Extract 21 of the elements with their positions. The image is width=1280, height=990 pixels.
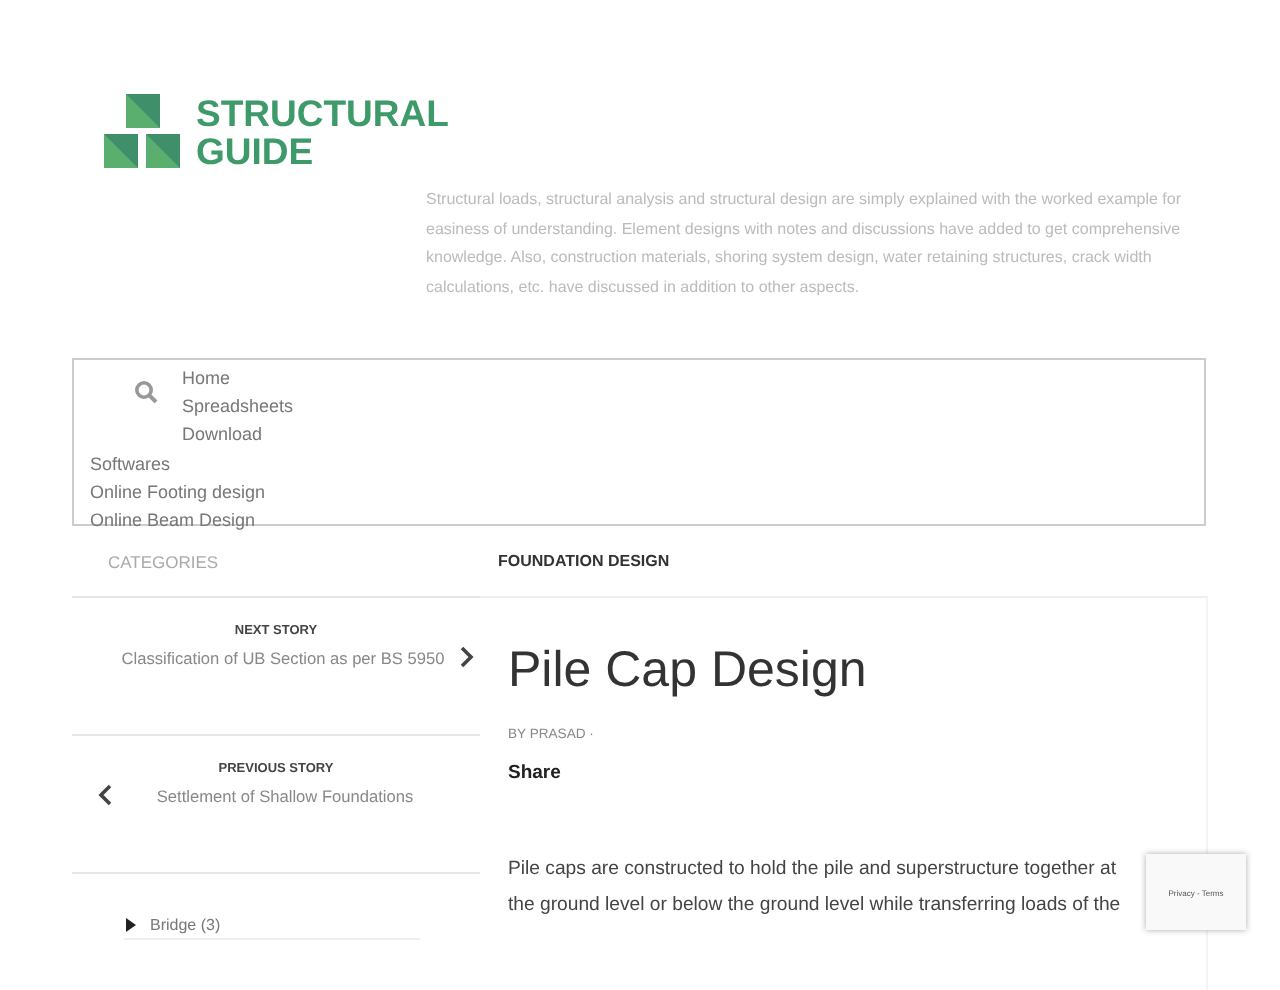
story-title[interactable]: Classification of UB Section as per BS 5950 bbox=[121, 647, 445, 667]
nav-link[interactable]: Softwares bbox=[90, 449, 171, 478]
logo-text[interactable]: GUIDE bbox=[196, 132, 449, 170]
logo-text[interactable]: STRUCTURAL bbox=[196, 94, 449, 132]
triangle-icon[interactable] bbox=[124, 918, 138, 932]
article-title: Pile Cap Design bbox=[508, 642, 869, 700]
category-heading[interactable]: FOUNDATION DESIGN bbox=[498, 538, 670, 596]
nav-link[interactable]: Online Footing design bbox=[90, 477, 266, 507]
nav-link[interactable]: Download bbox=[182, 420, 263, 450]
search-icon[interactable] bbox=[134, 380, 158, 404]
site-tagline: Structural loads, structural analysis and structural design are simply explained with the worked example for easiness of understanding. Element designs with notes and discussions have added to get comprehensive knowledge. Also, construction materials, shoring system design, water retaining structures, crack width calculations, etc. have discussed in addition to other aspects. bbox=[426, 188, 1184, 300]
chevron-left-icon[interactable] bbox=[98, 784, 113, 806]
nav-link[interactable]: Online Beam Design bbox=[90, 506, 256, 535]
sidebar-heading: CATEGORIES bbox=[106, 550, 221, 576]
article-paragraph: Pile caps are constructed to hold the pile and superstructure together at the ground level or below the ground level while transferring loads of the bbox=[508, 856, 1123, 919]
chevron-right-icon[interactable] bbox=[460, 646, 475, 668]
nav-link[interactable]: Home bbox=[182, 364, 231, 393]
category-item[interactable]: Bridge (3) bbox=[124, 916, 421, 940]
nav-link[interactable]: Spreadsheets bbox=[182, 392, 294, 421]
story-title[interactable]: Settlement of Shallow Foundations bbox=[156, 785, 414, 805]
share-label: Share bbox=[508, 762, 561, 784]
